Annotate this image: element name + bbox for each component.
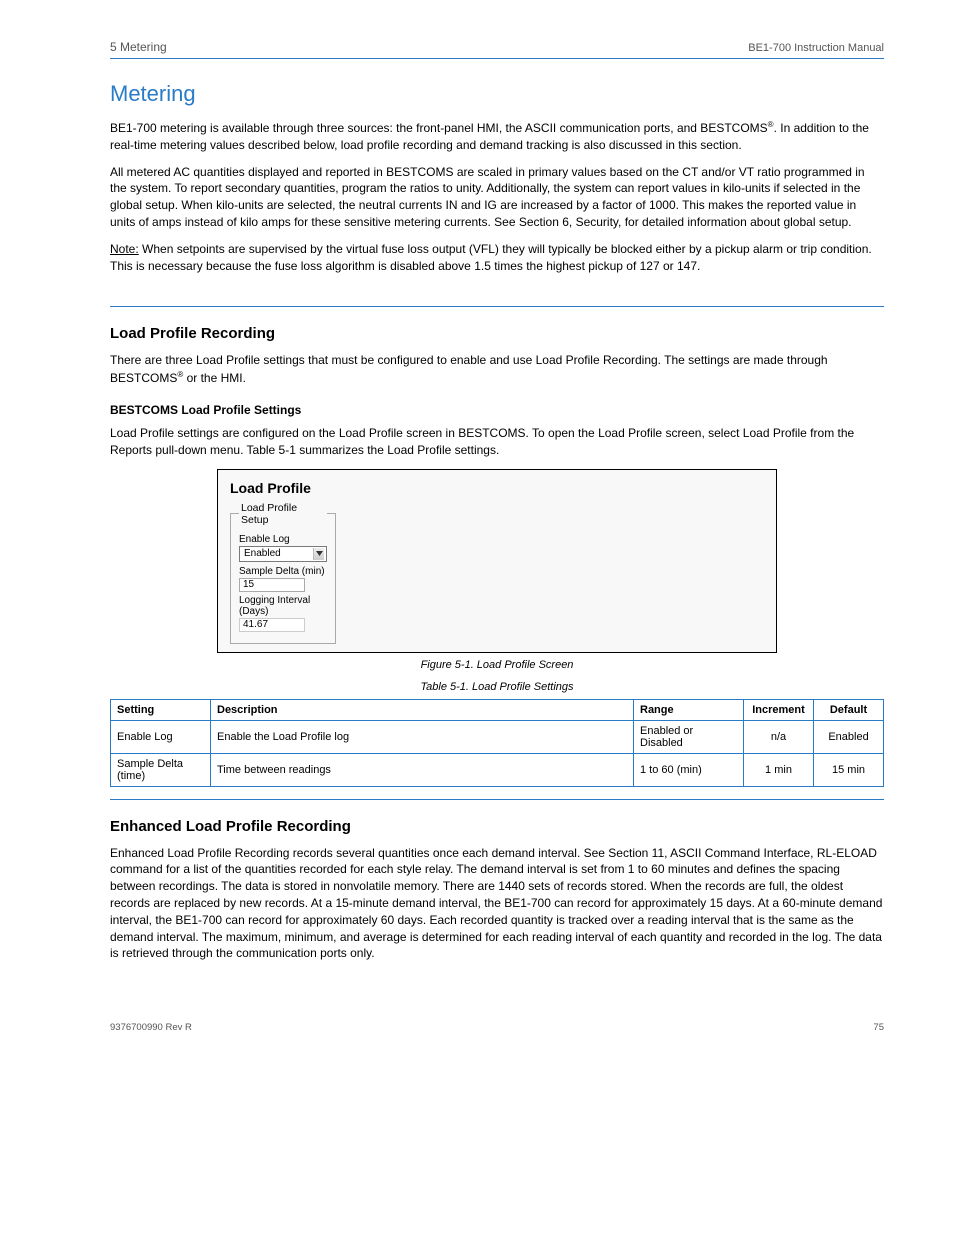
cell-desc: Time between readings	[211, 753, 634, 786]
chevron-down-icon	[313, 548, 324, 560]
figure-caption: Figure 5-1. Load Profile Screen	[110, 659, 884, 671]
load-profile-setup-fieldset: Load Profile Setup Enable Log Enabled Sa…	[230, 502, 336, 644]
cell-def: 15 min	[814, 753, 884, 786]
cell-inc: 1 min	[744, 753, 814, 786]
section-divider-2	[110, 799, 884, 800]
cell-setting: Sample Delta (time)	[111, 753, 211, 786]
doc-title-header: BE1-700 Instruction Manual	[748, 42, 884, 54]
th-increment: Increment	[744, 699, 814, 720]
figure-panel: Load Profile Load Profile Setup Enable L…	[217, 469, 777, 653]
cell-range: Enabled or Disabled	[634, 720, 744, 753]
intro-p1-prefix: BE1-700 metering is available through th…	[110, 121, 768, 135]
footer-page-number: 75	[873, 1022, 884, 1033]
load-profile-settings-table: Setting Description Range Increment Defa…	[110, 699, 884, 787]
note-label: Note:	[110, 242, 139, 256]
enhanced-lp-paragraph: Enhanced Load Profile Recording records …	[110, 845, 884, 963]
note-text: When setpoints are supervised by the vir…	[110, 242, 872, 273]
intro-paragraph-2: All metered AC quantities displayed and …	[110, 164, 884, 231]
load-profile-intro: There are three Load Profile settings th…	[110, 352, 884, 387]
fieldset-legend: Load Profile Setup	[239, 502, 327, 526]
panel-title: Load Profile	[230, 480, 764, 496]
enable-log-label: Enable Log	[239, 534, 327, 545]
load-profile-heading: Load Profile Recording	[110, 325, 884, 342]
logging-interval-value: 41.67	[243, 619, 268, 630]
enhanced-lp-heading: Enhanced Load Profile Recording	[110, 818, 884, 835]
th-setting: Setting	[111, 699, 211, 720]
th-range: Range	[634, 699, 744, 720]
cell-inc: n/a	[744, 720, 814, 753]
footer-rev: 9376700990 Rev R	[110, 1022, 192, 1033]
table-row: Enable Log Enable the Load Profile log E…	[111, 720, 884, 753]
logging-interval-readonly: 41.67	[239, 618, 305, 632]
note-paragraph: Note: When setpoints are supervised by t…	[110, 241, 884, 275]
th-default: Default	[814, 699, 884, 720]
intro-paragraph-1: BE1-700 metering is available through th…	[110, 119, 884, 154]
sample-delta-input[interactable]: 15	[239, 578, 305, 592]
section-divider-1	[110, 306, 884, 307]
section-number: 5 Metering	[110, 40, 167, 54]
cell-setting: Enable Log	[111, 720, 211, 753]
bestcoms-subheading: BESTCOMS Load Profile Settings	[110, 403, 884, 417]
page-heading: Metering	[110, 81, 884, 107]
cell-desc: Enable the Load Profile log	[211, 720, 634, 753]
table-row: Sample Delta (time) Time between reading…	[111, 753, 884, 786]
table-title: Table 5-1. Load Profile Settings	[110, 681, 884, 693]
enable-log-select[interactable]: Enabled	[239, 546, 327, 562]
cell-def: Enabled	[814, 720, 884, 753]
sample-delta-value: 15	[243, 579, 254, 590]
logging-interval-label: Logging Interval (Days)	[239, 595, 327, 617]
sample-delta-label: Sample Delta (min)	[239, 566, 327, 577]
bestcoms-paragraph: Load Profile settings are configured on …	[110, 425, 884, 459]
th-description: Description	[211, 699, 634, 720]
header-divider	[110, 58, 884, 59]
cell-range: 1 to 60 (min)	[634, 753, 744, 786]
table-header-row: Setting Description Range Increment Defa…	[111, 699, 884, 720]
page-footer: 9376700990 Rev R 75	[110, 1022, 884, 1033]
enable-log-value: Enabled	[244, 548, 281, 559]
lp-intro-suffix: or the HMI.	[183, 371, 246, 385]
